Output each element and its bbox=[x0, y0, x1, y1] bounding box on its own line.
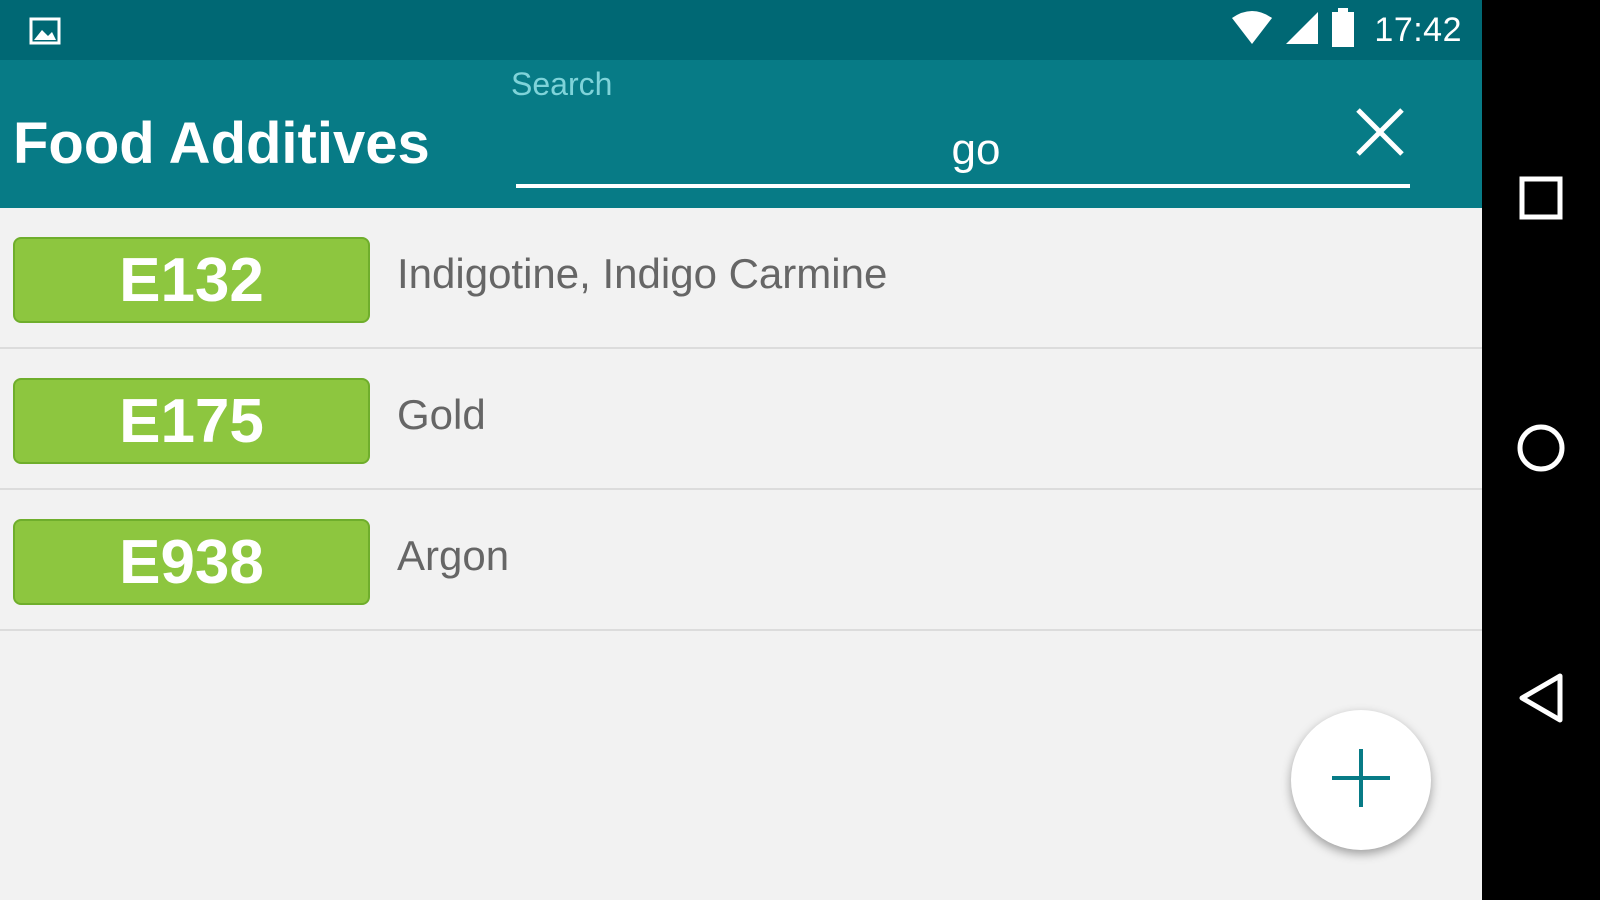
recents-button[interactable] bbox=[1506, 165, 1576, 235]
app-title: Food Additives bbox=[13, 111, 430, 176]
search-input[interactable] bbox=[516, 122, 1316, 178]
close-icon bbox=[1352, 104, 1408, 165]
gallery-icon bbox=[29, 17, 61, 45]
additive-code-badge: E175 bbox=[13, 378, 370, 464]
status-bar: 17:42 bbox=[0, 0, 1482, 60]
home-icon bbox=[1516, 423, 1566, 478]
search-label: Search bbox=[511, 66, 613, 102]
additive-code-badge: E132 bbox=[13, 237, 370, 323]
list-item[interactable]: E938 Argon bbox=[0, 490, 1482, 631]
recents-icon bbox=[1519, 176, 1563, 225]
navigation-bar bbox=[1482, 0, 1600, 900]
additive-name: Indigotine, Indigo Carmine bbox=[397, 250, 888, 297]
add-button[interactable] bbox=[1291, 710, 1431, 850]
signal-icon bbox=[1284, 10, 1320, 51]
search-field bbox=[516, 100, 1410, 190]
plus-icon bbox=[1330, 747, 1392, 814]
list-item[interactable]: E175 Gold bbox=[0, 349, 1482, 490]
battery-icon bbox=[1330, 7, 1356, 53]
additive-name: Argon bbox=[397, 532, 510, 579]
app-screen: 17:42 Food Additives Search E132 Indigot… bbox=[0, 0, 1482, 900]
list-item[interactable]: E132 Indigotine, Indigo Carmine bbox=[0, 208, 1482, 349]
status-time: 17:42 bbox=[1374, 10, 1462, 49]
status-icons: 17:42 bbox=[1230, 7, 1462, 53]
additive-name: Gold bbox=[397, 391, 486, 438]
additive-code-badge: E938 bbox=[13, 519, 370, 605]
wifi-icon bbox=[1230, 10, 1274, 51]
back-icon bbox=[1518, 673, 1564, 728]
back-button[interactable] bbox=[1506, 665, 1576, 735]
clear-search-button[interactable] bbox=[1346, 100, 1414, 168]
app-bar: Food Additives Search bbox=[0, 60, 1482, 208]
home-button[interactable] bbox=[1506, 415, 1576, 485]
additive-list: E132 Indigotine, Indigo Carmine E175 Gol… bbox=[0, 208, 1482, 631]
search-underline bbox=[516, 184, 1410, 188]
